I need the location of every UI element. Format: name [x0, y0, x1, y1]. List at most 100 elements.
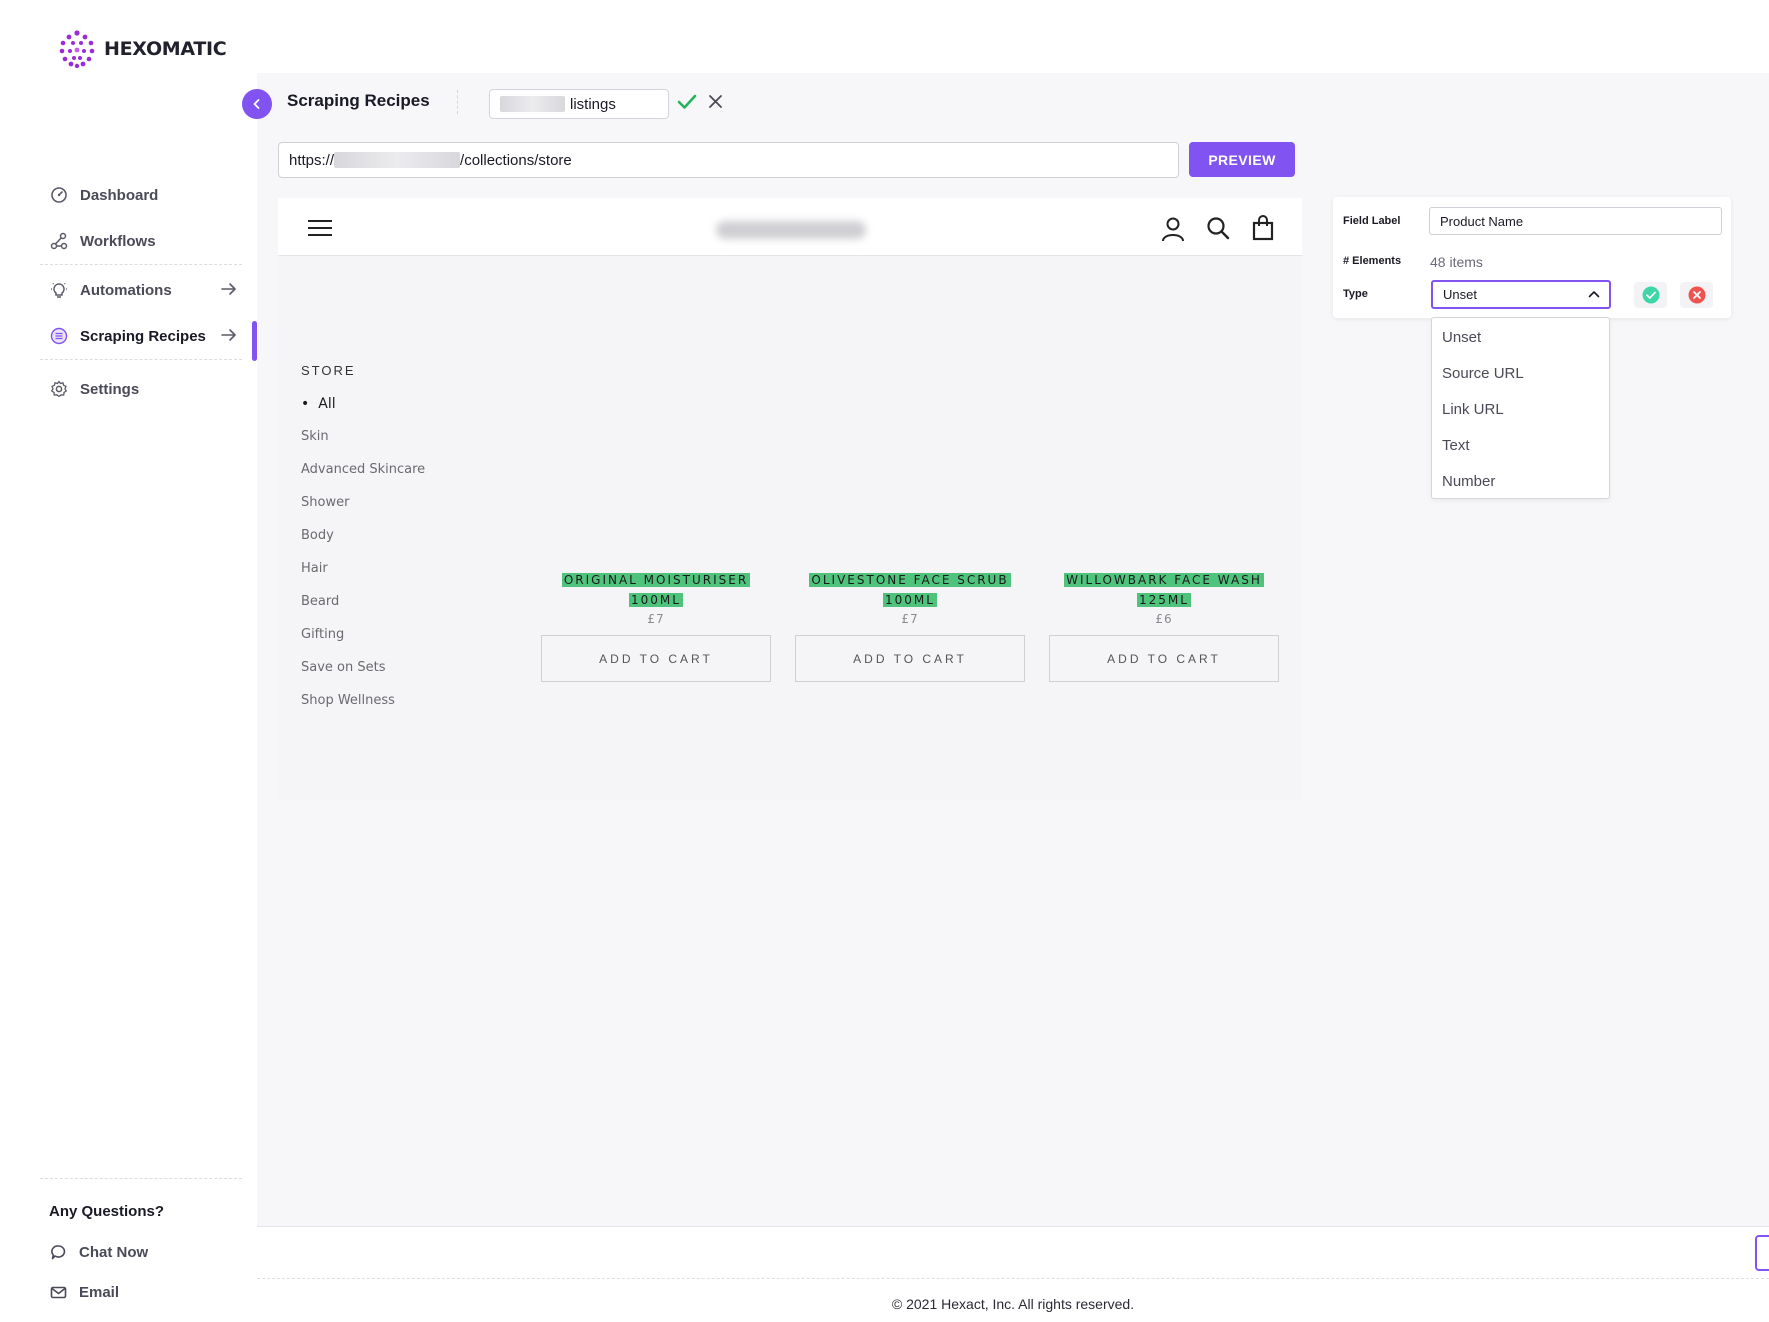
sidebar-item-label: Scraping Recipes [80, 327, 206, 345]
chat-now-link[interactable]: Chat Now [40, 1232, 242, 1272]
close-icon[interactable] [708, 94, 723, 109]
sidebar-item-label: Dashboard [80, 186, 159, 204]
dashboard-icon [51, 187, 67, 203]
sidebar-item-automations[interactable]: Automations [40, 267, 242, 313]
chevron-left-icon [253, 99, 260, 109]
chevron-up-icon [1588, 291, 1600, 298]
sidebar-item-dashboard[interactable]: Dashboard [40, 172, 242, 218]
category-item[interactable]: All [301, 396, 425, 429]
url-input[interactable]: https:// /collections/store [278, 142, 1179, 178]
nav-divider [40, 264, 242, 265]
product-price: £6 [1155, 612, 1173, 626]
sidebar: HEXOMATIC Dashboard Workflows Automation… [0, 0, 257, 1322]
brand-name: HEXOMATIC [104, 38, 227, 60]
recipe-name-suffix: listings [570, 95, 616, 113]
product-name[interactable]: OLIVESTONE FACE SCRUB 100ML [795, 570, 1025, 610]
product-name-line: 100ML [629, 593, 683, 607]
email-label: Email [79, 1283, 120, 1301]
preview-button[interactable]: PREVIEW [1189, 142, 1295, 177]
sidebar-item-label: Automations [80, 281, 172, 299]
add-to-cart-button[interactable]: ADD TO CART [541, 635, 771, 682]
category-item[interactable]: Save on Sets [301, 660, 425, 693]
list-icon [50, 327, 68, 345]
category-item[interactable]: Shower [301, 495, 425, 528]
type-selected-value: Unset [1443, 287, 1477, 302]
product-name[interactable]: ORIGINAL MOISTURISER 100ML [541, 570, 771, 610]
sidebar-item-label: Workflows [80, 232, 156, 250]
nav-divider [40, 359, 242, 360]
active-nav-indicator [252, 321, 257, 361]
field-editor-card: Field Label Product Name # Elements 48 i… [1333, 197, 1731, 318]
check-circle-icon [1642, 286, 1659, 304]
url-prefix: https:// [289, 151, 335, 169]
category-item[interactable]: Gifting [301, 627, 425, 660]
save-field-button[interactable] [1634, 282, 1667, 308]
arrow-right-icon [221, 329, 236, 341]
copyright: © 2021 Hexact, Inc. All rights reserved. [257, 1278, 1769, 1322]
category-item[interactable]: Beard [301, 594, 425, 627]
category-item[interactable]: Shop Wellness [301, 693, 425, 726]
logo[interactable]: HEXOMATIC [58, 30, 227, 68]
collapse-sidebar-button[interactable] [242, 89, 272, 119]
action-bar [257, 1226, 1769, 1278]
email-link[interactable]: Email [40, 1272, 242, 1312]
category-item[interactable]: Advanced Skincare [301, 462, 425, 495]
elements-caption: # Elements [1343, 255, 1402, 267]
chat-icon [51, 1244, 66, 1259]
type-dropdown-menu: Unset Source URL Link URL Text Number [1431, 317, 1610, 499]
dropdown-option-text[interactable]: Text [1432, 427, 1609, 463]
product-name-line: OLIVESTONE FACE SCRUB [809, 573, 1011, 587]
field-label-input[interactable]: Product Name [1429, 207, 1722, 235]
shopping-bag-icon[interactable] [1252, 215, 1274, 241]
type-select[interactable]: Unset [1431, 280, 1611, 309]
help-section: Any Questions? Chat Now Email [40, 1178, 242, 1312]
redacted-text [500, 96, 565, 112]
add-to-cart-button[interactable]: ADD TO CART [1049, 635, 1279, 682]
type-caption: Type [1343, 288, 1368, 300]
product-name-line: 125ML [1137, 593, 1191, 607]
store-title: STORE [301, 363, 356, 378]
discard-field-button[interactable] [1680, 282, 1713, 308]
product-card: WILLOWBARK FACE WASH 125ML £6 ADD TO CAR… [1049, 570, 1279, 682]
action-button-partial[interactable] [1755, 1235, 1769, 1271]
site-logo-blurred [716, 221, 866, 239]
sidebar-item-label: Settings [80, 380, 140, 398]
sidebar-item-scraping-recipes[interactable]: Scraping Recipes [40, 313, 242, 359]
page-preview: STORE All Skin Advanced Skincare Shower … [278, 198, 1302, 800]
search-icon[interactable] [1206, 216, 1230, 240]
category-item[interactable]: Hair [301, 561, 425, 594]
chat-now-label: Chat Now [79, 1243, 149, 1261]
checkmark-icon[interactable] [677, 93, 697, 111]
product-price: £7 [901, 612, 919, 626]
product-card: ORIGINAL MOISTURISER 100ML £7 ADD TO CAR… [541, 570, 771, 682]
category-item[interactable]: Skin [301, 429, 425, 462]
workflow-icon [50, 232, 68, 250]
dropdown-option-number[interactable]: Number [1432, 463, 1609, 499]
product-name[interactable]: WILLOWBARK FACE WASH 125ML [1049, 570, 1279, 610]
sidebar-item-workflows[interactable]: Workflows [40, 218, 242, 264]
arrow-right-icon [221, 283, 236, 295]
field-label-caption: Field Label [1343, 215, 1401, 227]
category-list: All Skin Advanced Skincare Shower Body H… [301, 396, 425, 726]
page-title: Scraping Recipes [287, 91, 430, 110]
recipe-name-input[interactable]: listings [489, 89, 669, 119]
url-suffix: /collections/store [460, 151, 572, 169]
product-price: £7 [647, 612, 665, 626]
user-icon[interactable] [1161, 216, 1185, 242]
product-name-line: WILLOWBARK FACE WASH [1064, 573, 1264, 587]
hexomatic-logo-icon [59, 30, 95, 68]
mail-icon [50, 1286, 67, 1298]
title-divider [457, 90, 458, 114]
sidebar-nav: Dashboard Workflows Automations Scraping… [40, 172, 242, 412]
preview-site-header [278, 198, 1302, 256]
product-name-line: ORIGINAL MOISTURISER [561, 573, 751, 587]
hamburger-menu-icon[interactable] [307, 218, 333, 238]
close-circle-icon [1688, 286, 1705, 304]
dropdown-option-link-url[interactable]: Link URL [1432, 391, 1609, 427]
dropdown-option-source-url[interactable]: Source URL [1432, 355, 1609, 391]
help-title: Any Questions? [49, 1203, 165, 1220]
add-to-cart-button[interactable]: ADD TO CART [795, 635, 1025, 682]
sidebar-item-settings[interactable]: Settings [40, 366, 242, 412]
dropdown-option-unset[interactable]: Unset [1432, 319, 1609, 355]
category-item[interactable]: Body [301, 528, 425, 561]
